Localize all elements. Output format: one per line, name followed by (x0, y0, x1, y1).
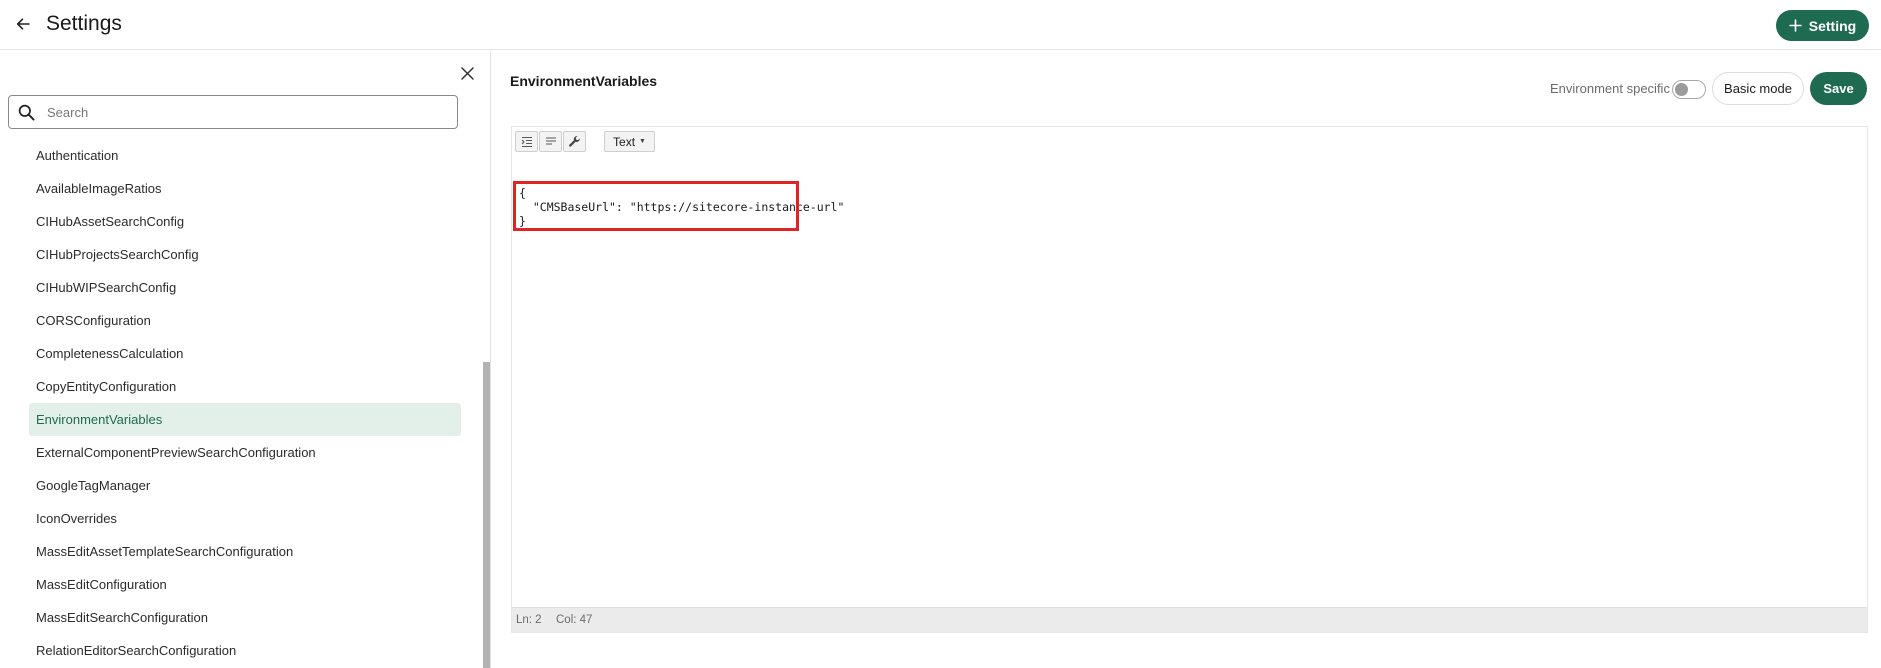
cursor-line: Ln: 2 (516, 614, 542, 626)
close-sidebar-button[interactable] (456, 62, 478, 84)
cursor-column: Col: 47 (556, 614, 593, 626)
close-icon (460, 66, 474, 80)
back-button[interactable] (12, 13, 34, 35)
settings-sidebar: Authentication AvailableImageRatios CIHu… (0, 51, 491, 668)
format-indent-icon (521, 136, 532, 147)
page-title: Settings (46, 12, 122, 35)
wrench-icon (569, 136, 580, 147)
sidebar-item-mass-edit-configuration[interactable]: MassEditConfiguration (29, 568, 461, 601)
sidebar-item-external-component-preview-search-configuration[interactable]: ExternalComponentPreviewSearchConfigurat… (29, 436, 461, 469)
sidebar-item-copy-entity-configuration[interactable]: CopyEntityConfiguration (29, 370, 461, 403)
editor-mode-dropdown[interactable]: Text ▼ (604, 131, 655, 152)
format-json-button[interactable] (515, 131, 538, 152)
environment-specific-toggle[interactable] (1672, 80, 1706, 99)
sidebar-item-icon-overrides[interactable]: IconOverrides (29, 502, 461, 535)
caret-down-icon: ▼ (639, 138, 646, 145)
sidebar-item-environment-variables[interactable]: EnvironmentVariables (29, 403, 461, 436)
sidebar-item-cihub-projects-search-config[interactable]: CIHubProjectsSearchConfig (29, 238, 461, 271)
sidebar-item-completeness-calculation[interactable]: CompletenessCalculation (29, 337, 461, 370)
editor-status-bar: Ln: 2 Col: 47 (512, 607, 1867, 632)
settings-list: Authentication AvailableImageRatios CIHu… (0, 139, 480, 668)
arrow-left-icon (16, 18, 30, 30)
setting-detail-panel: EnvironmentVariables Environment specifi… (492, 51, 1881, 668)
toggle-knob (1675, 83, 1688, 96)
sidebar-item-relation-editor-search-configuration[interactable]: RelationEditorSearchConfiguration (29, 634, 461, 667)
compact-json-button[interactable] (539, 131, 562, 152)
sidebar-item-mass-edit-search-configuration[interactable]: MassEditSearchConfiguration (29, 601, 461, 634)
setting-name-heading: EnvironmentVariables (510, 73, 658, 89)
search-input[interactable] (47, 96, 447, 128)
save-button[interactable]: Save (1810, 72, 1867, 105)
format-compact-icon (545, 136, 556, 145)
code-line: } (519, 214, 526, 228)
code-line: { (519, 186, 526, 200)
sidebar-scrollbar-thumb[interactable] (483, 362, 490, 668)
json-editor: Text ▼ { "CMSBaseUrl": "https://sitecore… (511, 126, 1868, 633)
code-text-area[interactable]: { "CMSBaseUrl": "https://sitecore-instan… (512, 157, 1867, 607)
add-setting-button[interactable]: Setting (1776, 10, 1869, 41)
code-line: "CMSBaseUrl": "https://sitecore-instance… (519, 200, 845, 214)
sidebar-item-cors-configuration[interactable]: CORSConfiguration (29, 304, 461, 337)
basic-mode-button[interactable]: Basic mode (1712, 72, 1804, 105)
plus-icon (1788, 19, 1802, 32)
sidebar-item-cihub-asset-search-config[interactable]: CIHubAssetSearchConfig (29, 205, 461, 238)
sidebar-item-google-tag-manager[interactable]: GoogleTagManager (29, 469, 461, 502)
environment-specific-label: Environment specific (1550, 81, 1670, 96)
repair-json-button[interactable] (563, 131, 586, 152)
editor-mode-label: Text (613, 134, 636, 149)
app-header: Settings Setting (0, 0, 1881, 50)
sidebar-item-available-image-ratios[interactable]: AvailableImageRatios (29, 172, 461, 205)
search-box (8, 95, 458, 129)
add-setting-label: Setting (1808, 17, 1857, 34)
sidebar-item-mass-edit-asset-template-search-configuration[interactable]: MassEditAssetTemplateSearchConfiguration (29, 535, 461, 568)
editor-toolbar: Text ▼ (512, 127, 1867, 157)
sidebar-item-authentication[interactable]: Authentication (29, 139, 461, 172)
sidebar-item-cihub-wip-search-config[interactable]: CIHubWIPSearchConfig (29, 271, 461, 304)
search-icon (18, 104, 36, 122)
